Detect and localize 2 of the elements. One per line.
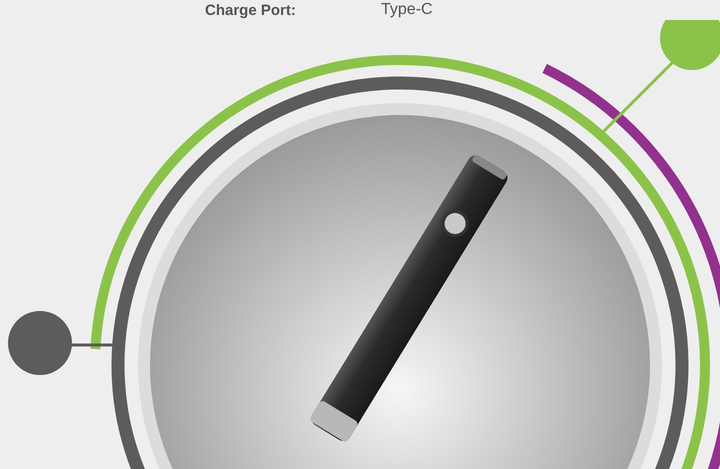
spec-value: Type-C (381, 1, 433, 19)
spec-label: Charge Port: (205, 2, 297, 18)
